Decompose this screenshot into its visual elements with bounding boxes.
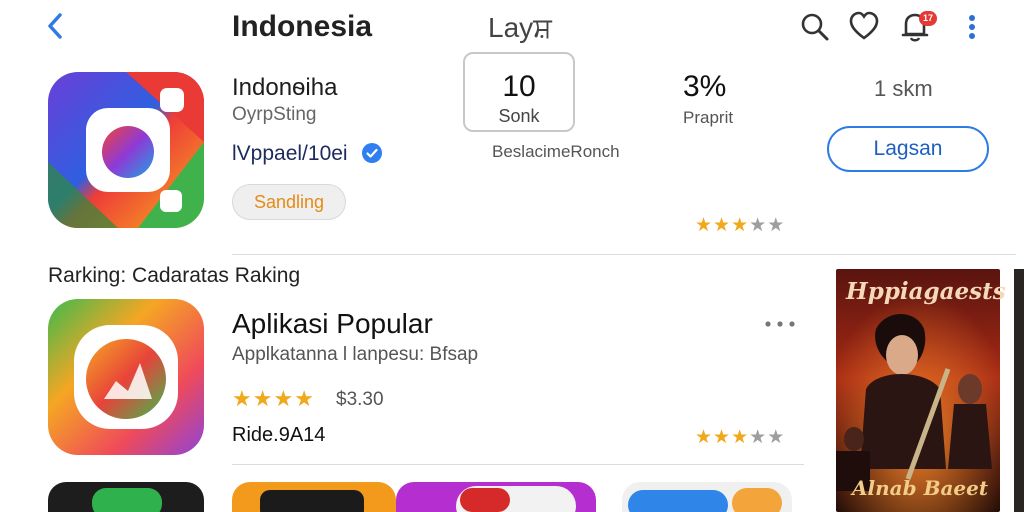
list-item-title[interactable]: Aplikasi Popular: [232, 308, 433, 340]
list-item-price: $3.30: [336, 389, 384, 410]
star-empty-icon: ★: [767, 215, 786, 236]
ranking-heading: Rarking: Cadaratas Raking: [48, 264, 301, 287]
favorite-button[interactable]: [847, 8, 881, 44]
star-empty-icon: ★: [767, 427, 786, 448]
poster-subtitle: Alnab Baeet: [852, 476, 989, 500]
star-filled-icon: ★: [731, 427, 750, 448]
app-name: Indonѳiha: [232, 74, 338, 101]
stat-box-label: Sonk: [498, 106, 540, 126]
star-empty-icon: ★: [749, 215, 768, 236]
stat-caption: BeslacimeRonch: [492, 142, 620, 161]
camera-app-icon: [48, 72, 204, 228]
star-filled-icon: ★: [713, 427, 732, 448]
poster-title: Hppiagaests: [846, 278, 1006, 305]
size-value: 1 skm: [874, 76, 933, 101]
search-icon: [801, 13, 829, 41]
star-filled-icon: ★: [713, 215, 732, 236]
star-empty-icon: ★: [749, 427, 768, 448]
app-meta: lVppael/10ei: [232, 142, 348, 165]
list-item-rating: ★★★★★: [695, 426, 785, 449]
search-button[interactable]: [798, 8, 832, 44]
notification-badge: 17: [919, 11, 937, 26]
star-filled-icon: ★: [252, 386, 274, 411]
app-thumbnail[interactable]: [48, 482, 204, 512]
star-filled-icon: ★: [695, 215, 714, 236]
list-item-stars: ★★★★: [232, 386, 315, 412]
page-subtitle: Layਸ਼: [488, 12, 552, 43]
star-filled-icon: ★: [232, 386, 253, 411]
more-vert-icon: [969, 15, 975, 39]
star-filled-icon: ★: [695, 427, 714, 448]
star-filled-icon: ★: [273, 386, 295, 411]
app-thumbnail[interactable]: [232, 482, 396, 512]
more-button[interactable]: [760, 310, 800, 338]
next-poster-preview[interactable]: [1014, 269, 1024, 512]
install-button[interactable]: Lagsan: [827, 126, 989, 172]
category-chip[interactable]: Sandling: [232, 184, 346, 220]
page-title: Indonesia: [232, 10, 373, 43]
camera-app-icon: [48, 299, 204, 455]
app-thumbnail[interactable]: [396, 482, 596, 512]
stat-value: 3%: [683, 70, 727, 103]
app-thumbnail[interactable]: [622, 482, 792, 512]
divider: [232, 254, 1016, 255]
app-icon[interactable]: [48, 72, 204, 228]
divider: [232, 464, 804, 465]
list-item-app-icon[interactable]: [48, 299, 204, 455]
app-developer[interactable]: OyrpSting: [232, 104, 316, 126]
back-icon: [48, 13, 62, 39]
app-rating: ★★★★★: [695, 214, 785, 237]
more-horiz-icon: [765, 321, 795, 327]
heart-icon: [849, 11, 879, 40]
stat-label: Praprit: [683, 108, 734, 127]
star-filled-icon: ★: [294, 386, 315, 411]
verified-icon: [362, 143, 382, 163]
list-item-extra: Ride.9A14: [232, 424, 326, 446]
star-filled-icon: ★: [731, 215, 750, 236]
back-button[interactable]: [40, 8, 72, 44]
list-item-subtitle: Applkatanna l lanpesu: Bfsap: [232, 344, 479, 365]
more-options-button[interactable]: [957, 8, 987, 44]
stat-box-value: 10: [502, 70, 536, 103]
